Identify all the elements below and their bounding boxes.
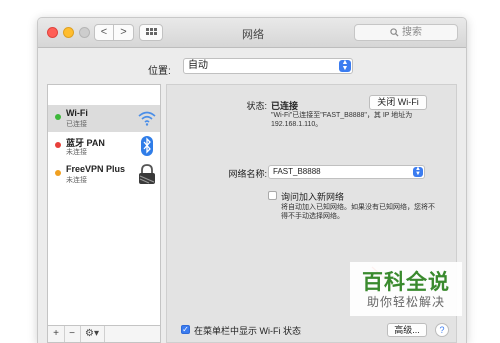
help-button[interactable]: ? (435, 323, 449, 337)
bluetooth-icon (141, 136, 153, 156)
watermark-logo: 百科全说 助你轻松解决 (350, 262, 462, 316)
service-status: 未连接 (66, 177, 87, 184)
forward-button[interactable]: > (114, 24, 134, 41)
title-bar: < > 网络 搜索 (38, 18, 466, 48)
service-list-toolbar: + − ⚙▾ (48, 325, 160, 342)
service-status: 未连接 (66, 149, 87, 156)
wifi-icon (138, 111, 156, 126)
service-name: Wi-Fi (66, 108, 88, 118)
service-item-freevpn-plus[interactable]: FreeVPN Plus 未连接 (48, 161, 160, 188)
location-select[interactable]: 自动 ▲ ▼ (183, 58, 353, 74)
search-icon (390, 28, 399, 37)
minimize-window-button[interactable] (63, 27, 74, 38)
status-dot-green (55, 114, 61, 120)
watermark-subtitle: 助你轻松解决 (366, 295, 445, 309)
add-service-button[interactable]: + (48, 326, 65, 342)
remove-service-button[interactable]: − (64, 326, 81, 342)
close-window-button[interactable] (47, 27, 58, 38)
service-name: FreeVPN Plus (66, 164, 126, 174)
vpn-lock-icon (139, 164, 155, 184)
service-item-wifi[interactable]: Wi-Fi 已连接 (48, 105, 160, 132)
service-list: Wi-Fi 已连接 蓝牙 PAN 未连接 FreeVPN Plus 未连接 + … (47, 84, 161, 343)
zoom-window-button[interactable] (79, 27, 90, 38)
status-dot-red (55, 142, 61, 148)
search-placeholder: 搜索 (402, 27, 422, 38)
location-label: 位置: (148, 66, 171, 77)
search-field[interactable]: 搜索 (354, 24, 458, 41)
back-button[interactable]: < (94, 24, 114, 41)
service-actions-gear-button[interactable]: ⚙▾ (80, 326, 105, 342)
status-dot-orange (55, 170, 61, 176)
show-all-grid-button[interactable] (139, 24, 163, 41)
show-menubar-checkbox[interactable]: ✓ (181, 325, 190, 334)
window-title: 网络 (242, 29, 264, 41)
service-status: 已连接 (66, 121, 87, 128)
chevron-updown-icon: ▲ ▼ (339, 59, 351, 72)
service-item-bluetooth-pan[interactable]: 蓝牙 PAN 未连接 (48, 133, 160, 160)
show-menubar-label: 在菜单栏中显示 Wi-Fi 状态 (194, 326, 301, 336)
advanced-button[interactable]: 高级... (387, 323, 427, 337)
location-value: 自动 (188, 60, 208, 71)
watermark-title: 百科全说 (362, 271, 450, 294)
